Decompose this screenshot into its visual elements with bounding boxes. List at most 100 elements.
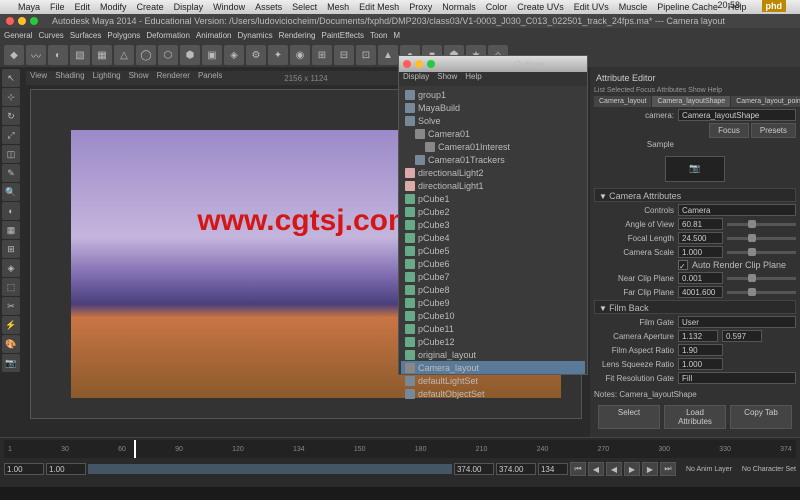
far-clip-input[interactable] bbox=[678, 286, 723, 298]
menu-create[interactable]: Create bbox=[137, 2, 164, 12]
film-aspect-input[interactable] bbox=[678, 344, 723, 356]
aperture-x-input[interactable] bbox=[678, 330, 718, 342]
rewind-button[interactable]: ⏮ bbox=[570, 462, 586, 476]
step-fwd-button[interactable]: ▶ bbox=[642, 462, 658, 476]
vp-menu-shading[interactable]: Shading bbox=[55, 71, 84, 85]
shelf-item-5[interactable]: △ bbox=[114, 45, 134, 65]
outliner-item[interactable]: original_layout bbox=[401, 348, 585, 361]
aov-slider[interactable] bbox=[727, 223, 796, 226]
range-end-input[interactable] bbox=[496, 463, 536, 475]
shelf-item-12[interactable]: ✦ bbox=[268, 45, 288, 65]
focal-length-input[interactable] bbox=[678, 232, 723, 244]
camera-attributes-header[interactable]: ▼ Camera Attributes bbox=[594, 188, 796, 202]
angle-of-view-input[interactable] bbox=[678, 218, 723, 230]
focus-button[interactable]: Focus bbox=[709, 123, 749, 138]
vp-menu-view[interactable]: View bbox=[30, 71, 47, 85]
outliner-item[interactable]: Camera_layout bbox=[401, 361, 585, 374]
playback-end-input[interactable] bbox=[454, 463, 494, 475]
tool-7[interactable]: ◐ bbox=[2, 202, 20, 220]
outliner-menu-show[interactable]: Show bbox=[437, 72, 457, 86]
menu-create uvs[interactable]: Create UVs bbox=[517, 2, 564, 12]
vp-menu-show[interactable]: Show bbox=[129, 71, 149, 85]
menu-modify[interactable]: Modify bbox=[100, 2, 127, 12]
tool-15[interactable]: 📷 bbox=[2, 354, 20, 372]
shelf-tab-dynamics[interactable]: Dynamics bbox=[237, 31, 272, 40]
lens-squeeze-input[interactable] bbox=[678, 358, 723, 370]
tool-10[interactable]: ◈ bbox=[2, 259, 20, 277]
menu-proxy[interactable]: Proxy bbox=[409, 2, 432, 12]
outliner-item[interactable]: pCube4 bbox=[401, 231, 585, 244]
outliner-item[interactable]: directionalLight2 bbox=[401, 166, 585, 179]
shelf-item-11[interactable]: ⚙ bbox=[246, 45, 266, 65]
tool-14[interactable]: 🎨 bbox=[2, 335, 20, 353]
shelf-tab-animation[interactable]: Animation bbox=[196, 31, 232, 40]
tool-4[interactable]: ◫ bbox=[2, 145, 20, 163]
outliner-item[interactable]: pCube10 bbox=[401, 309, 585, 322]
menu-mesh[interactable]: Mesh bbox=[327, 2, 349, 12]
load-attributes-button[interactable]: Load Attributes bbox=[664, 405, 726, 429]
outliner-item[interactable]: pCube11 bbox=[401, 322, 585, 335]
zoom-icon[interactable] bbox=[30, 17, 38, 25]
outliner-titlebar[interactable]: Outliner bbox=[399, 56, 587, 72]
outliner-item[interactable]: directionalLight1 bbox=[401, 179, 585, 192]
menu-assets[interactable]: Assets bbox=[255, 2, 282, 12]
shelf-item-15[interactable]: ⊟ bbox=[334, 45, 354, 65]
outliner-item[interactable]: pCube9 bbox=[401, 296, 585, 309]
vp-menu-renderer[interactable]: Renderer bbox=[157, 71, 190, 85]
shelf-item-2[interactable]: ◐ bbox=[48, 45, 68, 65]
shelf-item-16[interactable]: ⊡ bbox=[356, 45, 376, 65]
menu-maya[interactable]: Maya bbox=[18, 2, 40, 12]
play-back-button[interactable]: ◀ bbox=[606, 462, 622, 476]
step-back-button[interactable]: ◀ bbox=[588, 462, 604, 476]
zoom-icon[interactable] bbox=[427, 60, 435, 68]
cs-slider[interactable] bbox=[727, 251, 796, 254]
minimize-icon[interactable] bbox=[18, 17, 26, 25]
range-slider[interactable] bbox=[88, 464, 452, 474]
menu-window[interactable]: Window bbox=[213, 2, 245, 12]
menu-file[interactable]: File bbox=[50, 2, 65, 12]
current-frame-input[interactable] bbox=[538, 463, 568, 475]
shelf-item-6[interactable]: ◯ bbox=[136, 45, 156, 65]
tool-5[interactable]: ✎ bbox=[2, 164, 20, 182]
tool-6[interactable]: 🔍 bbox=[2, 183, 20, 201]
tool-3[interactable]: ⤢ bbox=[2, 126, 20, 144]
outliner-item[interactable]: pCube7 bbox=[401, 270, 585, 283]
shelf-tab-painteffects[interactable]: PaintEffects bbox=[322, 31, 365, 40]
tool-2[interactable]: ↻ bbox=[2, 107, 20, 125]
aperture-y-input[interactable] bbox=[722, 330, 762, 342]
menu-color[interactable]: Color bbox=[486, 2, 508, 12]
outliner-item[interactable]: pCube6 bbox=[401, 257, 585, 270]
tool-9[interactable]: ⊞ bbox=[2, 240, 20, 258]
tool-11[interactable]: ⬚ bbox=[2, 278, 20, 296]
tool-1[interactable]: ⊹ bbox=[2, 88, 20, 106]
outliner-item[interactable]: pCube2 bbox=[401, 205, 585, 218]
tool-0[interactable]: ↖ bbox=[2, 69, 20, 87]
menu-select[interactable]: Select bbox=[292, 2, 317, 12]
camera-name-input[interactable] bbox=[678, 109, 796, 121]
shelf-item-1[interactable]: 〰 bbox=[26, 45, 46, 65]
shelf-item-10[interactable]: ◈ bbox=[224, 45, 244, 65]
outliner-item[interactable]: defaultObjectSet bbox=[401, 387, 585, 400]
current-time-marker[interactable] bbox=[134, 440, 136, 458]
vp-menu-panels[interactable]: Panels bbox=[198, 71, 222, 85]
shelf-tab-toon[interactable]: Toon bbox=[370, 31, 387, 40]
shelf-tab-polygons[interactable]: Polygons bbox=[107, 31, 140, 40]
shelf-item-7[interactable]: ⬡ bbox=[158, 45, 178, 65]
shelf-item-3[interactable]: ▧ bbox=[70, 45, 90, 65]
shelf-tab-curves[interactable]: Curves bbox=[38, 31, 63, 40]
vp-menu-lighting[interactable]: Lighting bbox=[93, 71, 121, 85]
shelf-item-0[interactable]: ◆ bbox=[4, 45, 24, 65]
outliner-item[interactable]: Camera01 bbox=[401, 127, 585, 140]
menu-normals[interactable]: Normals bbox=[442, 2, 476, 12]
menu-display[interactable]: Display bbox=[174, 2, 204, 12]
range-start-input[interactable] bbox=[4, 463, 44, 475]
menu-edit[interactable]: Edit bbox=[75, 2, 91, 12]
shelf-tab-m[interactable]: M bbox=[393, 31, 400, 40]
shelf-tab-deformation[interactable]: Deformation bbox=[146, 31, 190, 40]
presets-button[interactable]: Presets bbox=[751, 123, 796, 138]
tool-12[interactable]: ✂ bbox=[2, 297, 20, 315]
attr-tab[interactable]: Camera_layout_pointCon bbox=[731, 96, 800, 107]
fast-fwd-button[interactable]: ⏭ bbox=[660, 462, 676, 476]
auto-render-clip-checkbox[interactable] bbox=[678, 260, 688, 270]
outliner-item[interactable]: defaultLightSet bbox=[401, 374, 585, 387]
